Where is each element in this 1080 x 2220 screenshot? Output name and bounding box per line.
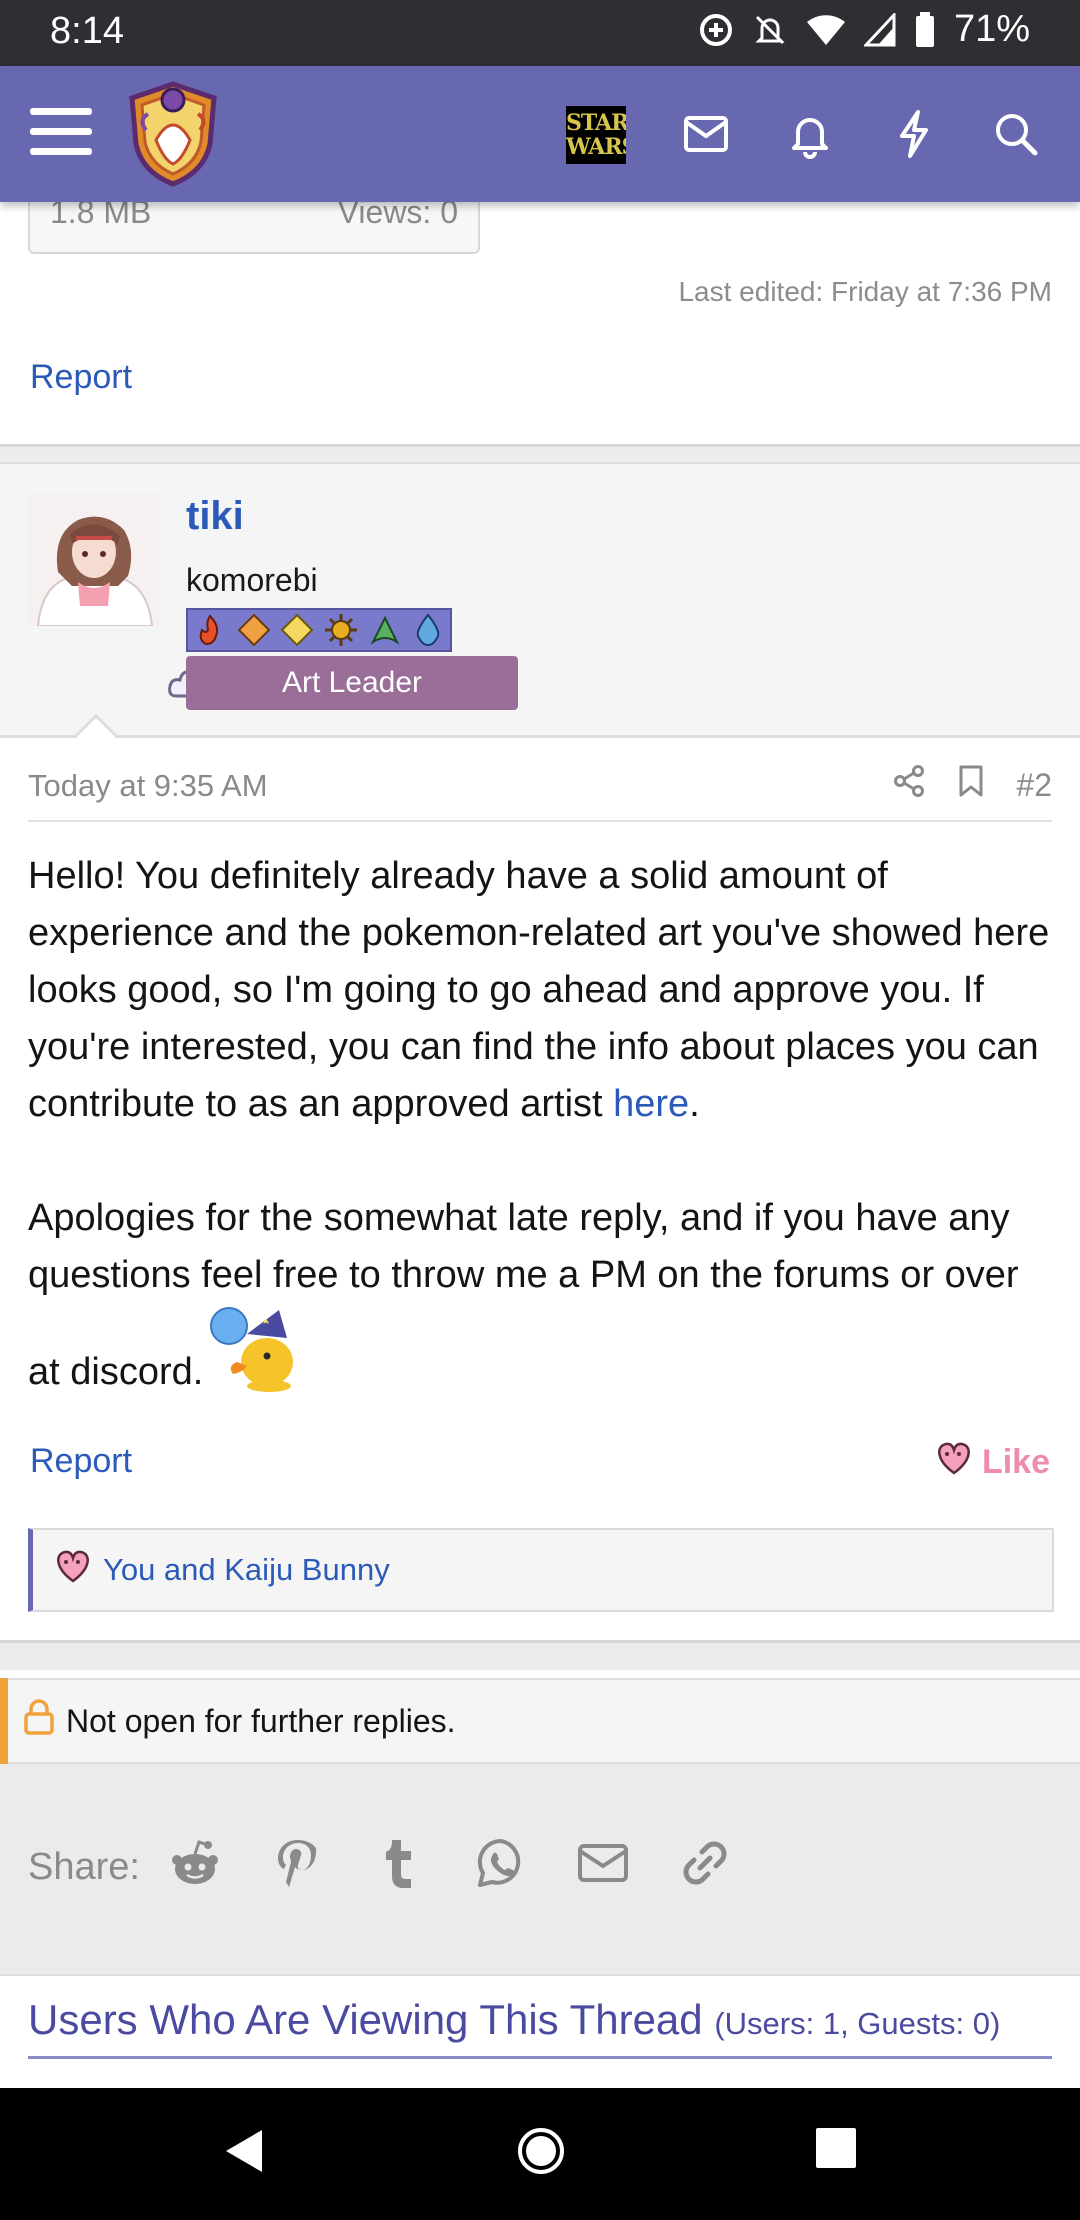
bell-icon[interactable] bbox=[784, 108, 836, 160]
battery-percent: 71% bbox=[953, 8, 1030, 50]
post-date[interactable]: Today at 9:35 AM bbox=[28, 768, 268, 804]
email-icon[interactable] bbox=[576, 1836, 630, 1890]
back-icon[interactable] bbox=[222, 2126, 266, 2181]
fire-badge-icon bbox=[188, 610, 232, 650]
share-section: Share: bbox=[0, 1764, 1080, 1974]
post-number[interactable]: #2 bbox=[1016, 767, 1052, 804]
like-label: Like bbox=[981, 1443, 1050, 1481]
system-nav-bar bbox=[0, 2088, 1080, 2220]
status-bar: 8:14 71% bbox=[0, 0, 1080, 66]
lock-icon bbox=[22, 1698, 56, 1744]
heart-icon bbox=[53, 1548, 93, 1592]
like-button[interactable]: Like bbox=[934, 1440, 1050, 1485]
inbox-icon[interactable] bbox=[680, 108, 732, 160]
mute-icon bbox=[752, 12, 788, 48]
viewing-title: Users Who Are Viewing This Thread (Users… bbox=[28, 1996, 1001, 2043]
viewing-section: Users Who Are Viewing This Thread (Users… bbox=[0, 1974, 1080, 2090]
report-link[interactable]: Report bbox=[30, 1442, 132, 1481]
thread-separator bbox=[0, 1640, 1080, 1670]
wizard-duck-emoji-icon bbox=[207, 1304, 303, 1394]
likes-summary[interactable]: You and Kaiju Bunny bbox=[28, 1528, 1054, 1612]
last-edited: Last edited: Friday at 7:36 PM bbox=[678, 276, 1052, 307]
locked-notice: Not open for further replies. bbox=[0, 1678, 1080, 1764]
bookmark-icon[interactable] bbox=[956, 764, 986, 806]
share-label: Share: bbox=[28, 1846, 140, 1888]
home-icon[interactable] bbox=[516, 2126, 566, 2181]
post-actions: #2 bbox=[892, 764, 1052, 806]
post-paragraph-1: Hello! You definitely already have a sol… bbox=[28, 855, 1050, 1125]
bolt-icon[interactable] bbox=[888, 108, 940, 160]
post-body: Hello! You definitely already have a sol… bbox=[28, 848, 1058, 1401]
tumblr-icon[interactable] bbox=[372, 1836, 426, 1890]
avatar[interactable] bbox=[28, 494, 160, 626]
data-saver-icon bbox=[698, 12, 734, 48]
whatsapp-icon[interactable] bbox=[474, 1836, 528, 1890]
user-title: komorebi bbox=[186, 562, 318, 598]
viewing-counts: (Users: 1, Guests: 0) bbox=[714, 2006, 1001, 2041]
here-link[interactable]: here bbox=[613, 1083, 689, 1125]
post-separator bbox=[0, 444, 1080, 464]
signal-icon bbox=[863, 12, 896, 47]
user-badges bbox=[186, 608, 452, 652]
drop-badge-icon bbox=[406, 610, 450, 650]
menu-icon[interactable] bbox=[30, 106, 92, 163]
battery-icon bbox=[914, 11, 936, 48]
heart-icon bbox=[934, 1440, 974, 1485]
post-user-block: tiki komorebi Art Leader bbox=[0, 464, 1080, 738]
site-logo[interactable] bbox=[126, 80, 220, 188]
user-banner: Art Leader bbox=[186, 656, 518, 710]
sun-badge-icon bbox=[319, 610, 363, 650]
recents-icon[interactable] bbox=[814, 2126, 858, 2175]
pinterest-icon[interactable] bbox=[270, 1836, 324, 1890]
reddit-icon[interactable] bbox=[168, 1836, 222, 1890]
search-icon[interactable] bbox=[990, 108, 1042, 160]
star-wars-badge[interactable]: STAR WARS bbox=[566, 106, 626, 164]
app-header: STAR WARS bbox=[0, 66, 1080, 202]
likes-text[interactable]: You and Kaiju Bunny bbox=[103, 1552, 390, 1588]
post-paragraph-2: Apologies for the somewhat late reply, a… bbox=[28, 1197, 1019, 1394]
report-link[interactable]: Report bbox=[30, 358, 132, 397]
leaf-badge-icon bbox=[363, 610, 407, 650]
orange-diamond-badge-icon bbox=[232, 610, 276, 650]
share-icon[interactable] bbox=[892, 764, 926, 806]
link-icon[interactable] bbox=[678, 1836, 732, 1890]
yellow-diamond-badge-icon bbox=[275, 610, 319, 650]
locked-text: Not open for further replies. bbox=[66, 1702, 456, 1739]
wifi-icon bbox=[806, 13, 846, 47]
post-username[interactable]: tiki bbox=[186, 494, 244, 539]
status-time: 8:14 bbox=[50, 10, 124, 52]
